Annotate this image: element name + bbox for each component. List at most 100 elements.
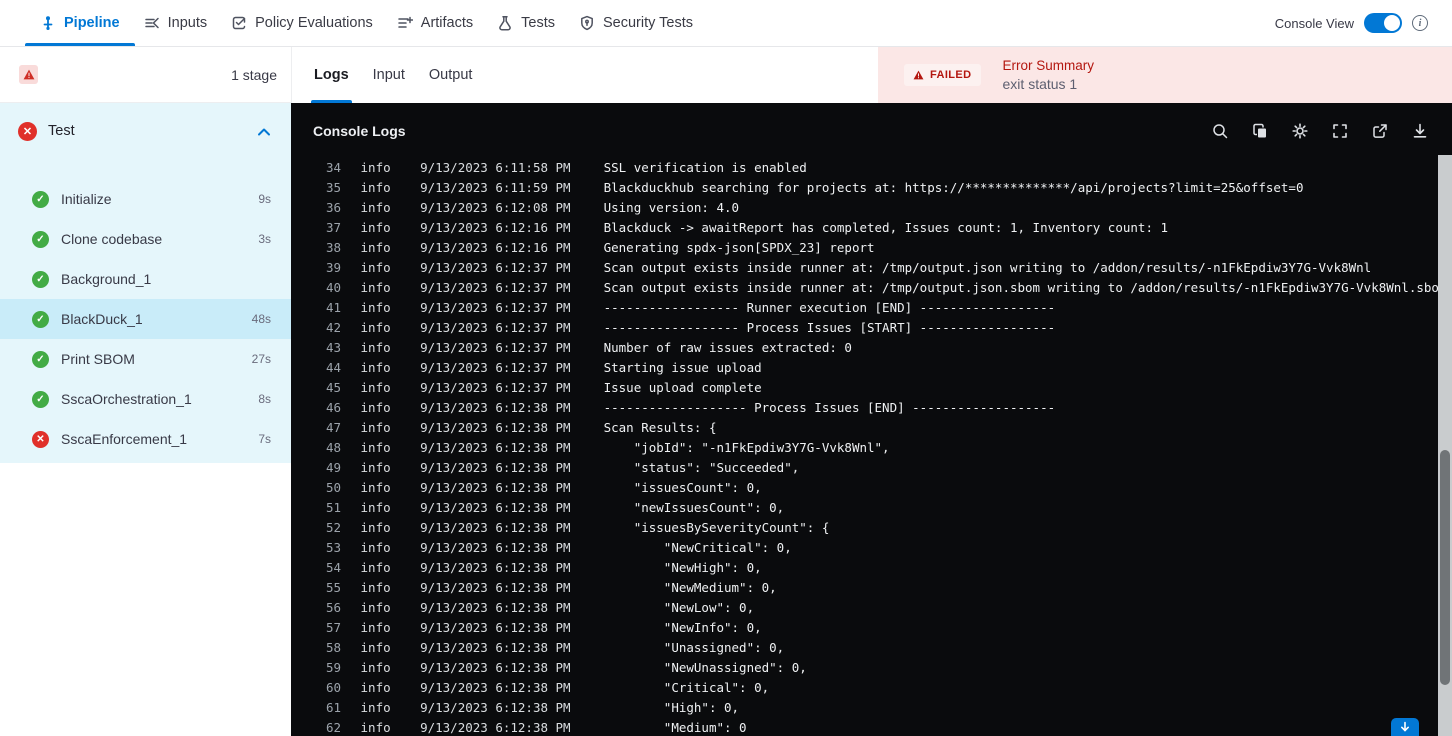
log-message: Using version: 4.0 xyxy=(603,200,740,215)
tab-label: Security Tests xyxy=(603,15,693,31)
log-level: info xyxy=(360,160,391,175)
step-row[interactable]: SscaOrchestration_1 8s xyxy=(0,379,291,419)
tab-label: Output xyxy=(428,67,473,83)
fullscreen-icon[interactable] xyxy=(1331,122,1349,140)
log-line-number: 45 xyxy=(325,380,341,395)
log-timestamp: 9/13/2023 6:12:38 PM xyxy=(420,420,571,435)
log-row: 58 info 9/13/2023 6:12:38 PM "Unassigned… xyxy=(321,638,1438,658)
log-level: info xyxy=(360,720,391,735)
log-row: 48 info 9/13/2023 6:12:38 PM "jobId": "-… xyxy=(321,438,1438,458)
tab-policy-evaluations[interactable]: Policy Evaluations xyxy=(229,0,375,46)
log-level: info xyxy=(360,560,391,575)
scroll-to-bottom-button[interactable] xyxy=(1391,718,1419,736)
log-level: info xyxy=(360,320,391,335)
tab-output[interactable]: Output xyxy=(429,47,473,103)
error-summary-message: exit status 1 xyxy=(1002,76,1078,92)
log-timestamp: 9/13/2023 6:12:16 PM xyxy=(420,240,571,255)
console-scrollbar-track[interactable] xyxy=(1438,155,1452,736)
error-summary-title: Error Summary xyxy=(1002,58,1095,73)
step-row[interactable]: SscaEnforcement_1 7s xyxy=(0,419,291,459)
log-row: 45 info 9/13/2023 6:12:37 PM Issue uploa… xyxy=(321,378,1438,398)
log-level: info xyxy=(360,340,391,355)
log-row: 44 info 9/13/2023 6:12:37 PM Starting is… xyxy=(321,358,1438,378)
log-line-number: 35 xyxy=(325,180,341,195)
log-line-number: 36 xyxy=(325,200,341,215)
step-status-icon xyxy=(32,270,49,288)
log-message: "Unassigned": 0, xyxy=(603,640,785,655)
stage-header-test[interactable]: Test xyxy=(0,103,291,159)
log-line-number: 56 xyxy=(325,600,341,615)
log-line-number: 53 xyxy=(325,540,341,555)
step-row[interactable]: Initialize 9s xyxy=(0,179,291,219)
step-row[interactable]: BlackDuck_1 48s xyxy=(0,299,291,339)
log-timestamp: 9/13/2023 6:12:37 PM xyxy=(420,360,571,375)
log-message: Starting issue upload xyxy=(603,360,762,375)
console-view-toggle[interactable] xyxy=(1364,13,1402,33)
log-row: 41 info 9/13/2023 6:12:37 PM -----------… xyxy=(321,298,1438,318)
console-header: Console Logs xyxy=(291,103,1452,158)
sidebar-summary: 1 stage xyxy=(0,47,291,103)
log-level: info xyxy=(360,540,391,555)
open-in-new-icon[interactable] xyxy=(1371,122,1389,140)
log-message: Scan output exists inside runner at: /tm… xyxy=(603,280,1438,295)
log-timestamp: 9/13/2023 6:12:38 PM xyxy=(420,440,571,455)
log-timestamp: 9/13/2023 6:12:37 PM xyxy=(420,340,571,355)
tab-input[interactable]: Input xyxy=(373,47,405,103)
log-timestamp: 9/13/2023 6:12:37 PM xyxy=(420,320,571,335)
step-row[interactable]: Print SBOM 27s xyxy=(0,339,291,379)
step-name: Print SBOM xyxy=(61,351,135,367)
log-line-number: 54 xyxy=(325,560,341,575)
log-message: "issuesCount": 0, xyxy=(603,480,762,495)
chevron-up-icon[interactable] xyxy=(257,127,271,136)
step-name: BlackDuck_1 xyxy=(61,311,143,327)
tab-label: Inputs xyxy=(167,15,208,31)
tab-inputs[interactable]: Inputs xyxy=(142,0,210,46)
copy-icon[interactable] xyxy=(1251,122,1269,140)
log-message: "issuesBySeverityCount": { xyxy=(603,520,830,535)
stage-name: Test xyxy=(48,123,75,139)
tab-logs[interactable]: Logs xyxy=(311,47,352,103)
log-level: info xyxy=(360,440,391,455)
step-row[interactable]: Background_1 xyxy=(0,259,291,299)
tab-pipeline[interactable]: Pipeline xyxy=(25,0,135,46)
search-icon[interactable] xyxy=(1211,122,1229,140)
log-line-number: 57 xyxy=(325,620,341,635)
log-message: Generating spdx-json[SPDX_23] report xyxy=(603,240,875,255)
log-level: info xyxy=(360,400,391,415)
log-level: info xyxy=(360,380,391,395)
execution-sidebar: 1 stage Test Initialize 9s xyxy=(0,47,291,736)
log-row: 53 info 9/13/2023 6:12:38 PM "NewCritica… xyxy=(321,538,1438,558)
log-timestamp: 9/13/2023 6:12:38 PM xyxy=(420,600,571,615)
log-timestamp: 9/13/2023 6:12:38 PM xyxy=(420,560,571,575)
tab-security-tests[interactable]: Security Tests xyxy=(577,0,695,46)
tab-tests[interactable]: Tests xyxy=(495,0,557,46)
log-line-number: 43 xyxy=(325,340,341,355)
log-timestamp: 9/13/2023 6:12:37 PM xyxy=(420,260,571,275)
log-line-number: 50 xyxy=(325,480,341,495)
log-timestamp: 9/13/2023 6:12:38 PM xyxy=(420,620,571,635)
console-view-label: Console View xyxy=(1274,15,1354,31)
top-nav-tabs: Pipeline Inputs Policy Evaluations Artif… xyxy=(25,0,695,46)
info-icon[interactable]: i xyxy=(1412,15,1428,31)
log-level: info xyxy=(360,220,391,235)
arrow-down-icon xyxy=(1401,721,1409,732)
console-title: Console Logs xyxy=(313,122,406,139)
step-duration: 48s xyxy=(251,312,271,326)
log-line-number: 52 xyxy=(325,520,341,535)
log-level: info xyxy=(360,180,391,195)
tab-label: Logs xyxy=(314,67,349,83)
log-row: 54 info 9/13/2023 6:12:38 PM "NewHigh": … xyxy=(321,558,1438,578)
policy-check-icon xyxy=(232,16,246,30)
log-message: ------------------- Process Issues [END]… xyxy=(603,400,1056,415)
log-timestamp: 9/13/2023 6:12:37 PM xyxy=(420,300,571,315)
tab-artifacts[interactable]: Artifacts xyxy=(395,0,475,46)
download-icon[interactable] xyxy=(1411,122,1429,140)
tab-label: Pipeline xyxy=(64,15,120,31)
log-row: 62 info 9/13/2023 6:12:38 PM "Medium": 0 xyxy=(321,718,1438,736)
log-message: "Critical": 0, xyxy=(603,680,770,695)
console-scrollbar-thumb[interactable] xyxy=(1440,450,1450,685)
log-line-number: 58 xyxy=(325,640,341,655)
settings-gear-icon[interactable] xyxy=(1291,122,1309,140)
step-row[interactable]: Clone codebase 3s xyxy=(0,219,291,259)
log-timestamp: 9/13/2023 6:12:38 PM xyxy=(420,400,571,415)
